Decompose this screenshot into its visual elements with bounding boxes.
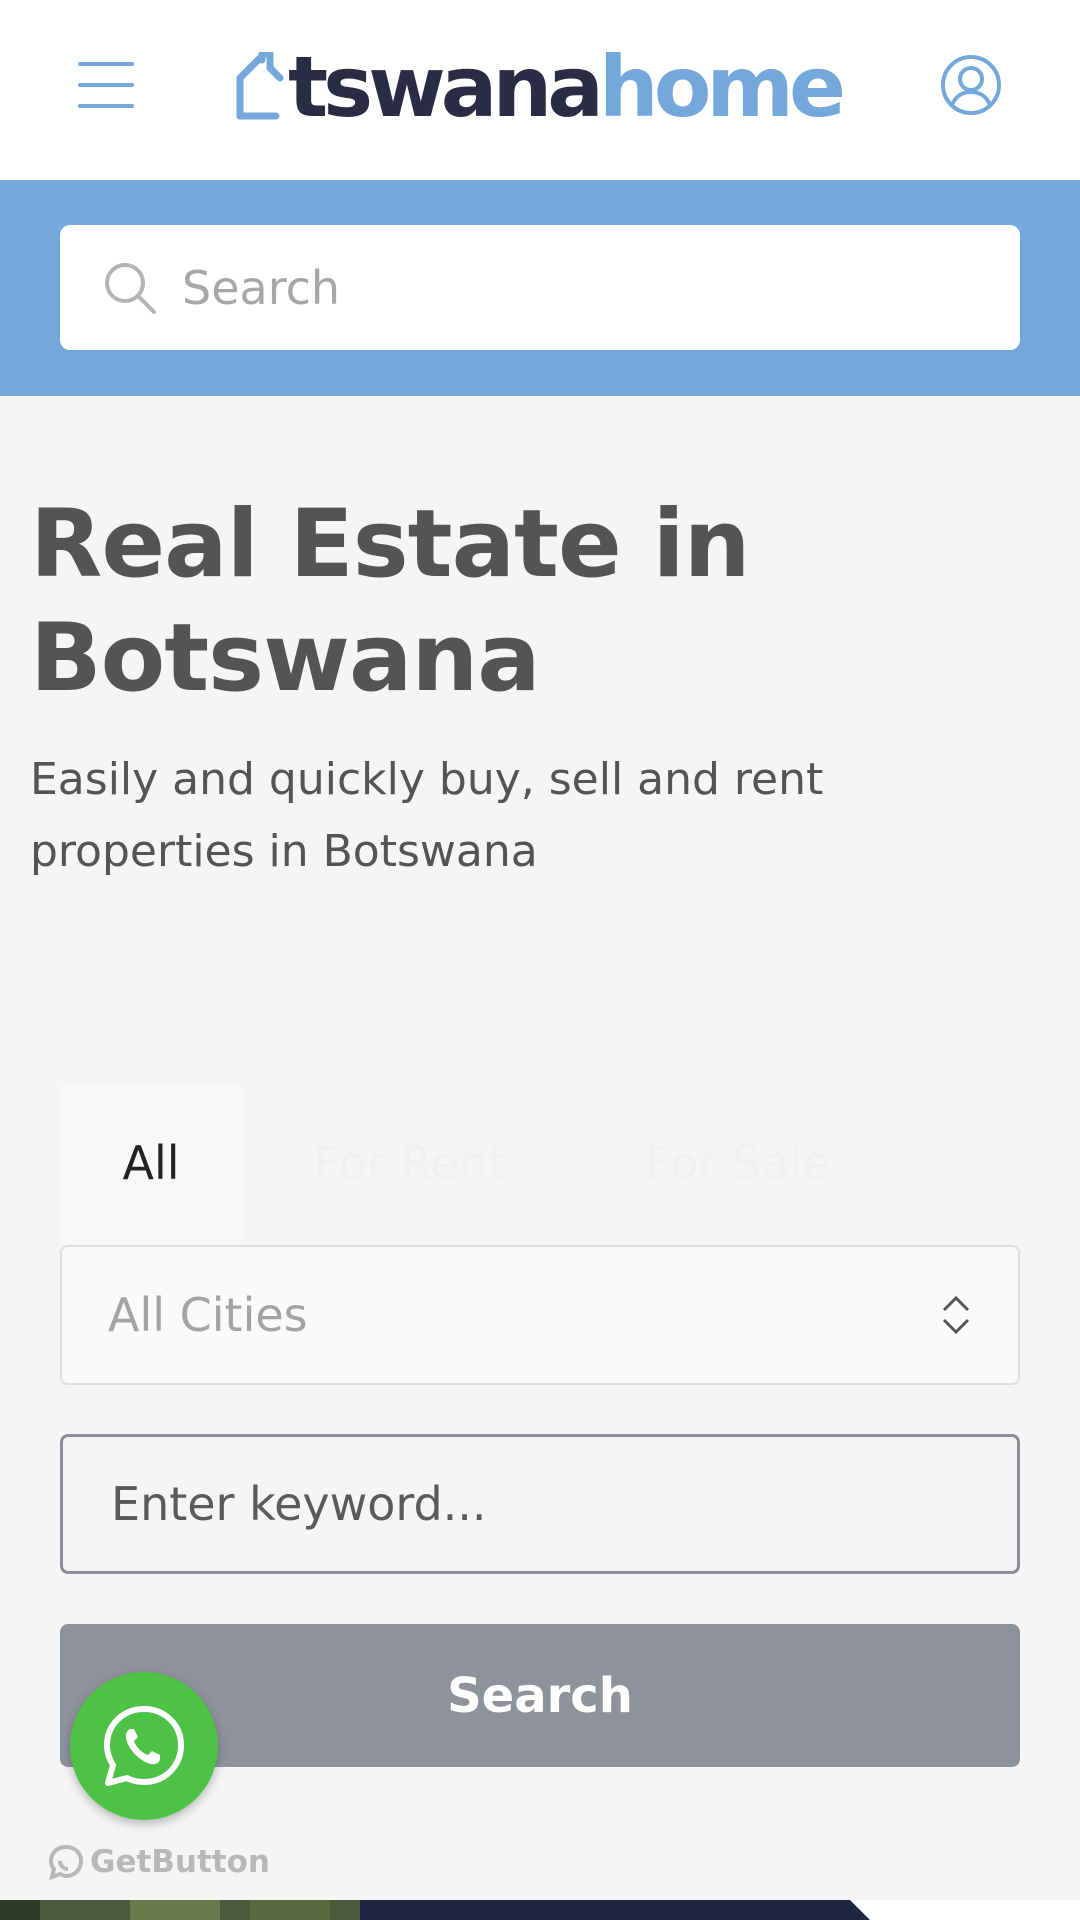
logo-text-tswana: tswana: [288, 38, 604, 136]
page-title: Real Estate in Botswana: [30, 490, 751, 713]
house-logo-icon: [236, 52, 284, 120]
site-logo[interactable]: tswana home: [232, 38, 846, 136]
search-box[interactable]: [60, 225, 1020, 350]
top-header: tswana home: [0, 0, 1080, 180]
keyword-field[interactable]: [60, 1434, 1020, 1574]
search-input[interactable]: [182, 260, 942, 315]
whatsapp-icon: [104, 1706, 184, 1786]
listing-type-tabs: All For Rent For Sale: [60, 1082, 898, 1244]
hero-photo-strip: [0, 1900, 1080, 1920]
tab-for-sale[interactable]: For Sale: [578, 1082, 898, 1244]
page: tswana home Real Estate in Botswana Easi…: [0, 0, 1080, 1920]
getbutton-icon: [48, 1844, 84, 1880]
logo-text-home: home: [598, 38, 846, 136]
hamburger-icon: [78, 62, 134, 66]
user-circle-icon: [941, 55, 1001, 115]
search-icon: [105, 262, 156, 314]
search-banner: [0, 180, 1080, 396]
hamburger-menu-button[interactable]: [78, 62, 134, 108]
whatsapp-button[interactable]: [70, 1672, 218, 1820]
chevron-up-down-icon: [942, 1295, 970, 1335]
tab-all[interactable]: All: [60, 1082, 242, 1244]
city-select-value: All Cities: [108, 1288, 308, 1342]
tab-for-rent[interactable]: For Rent: [242, 1082, 578, 1244]
getbutton-link[interactable]: GetButton: [48, 1842, 270, 1882]
user-account-button[interactable]: [940, 54, 1002, 116]
page-subtitle: Easily and quickly buy, sell and rent pr…: [30, 754, 824, 877]
keyword-input[interactable]: [111, 1477, 971, 1531]
city-select[interactable]: All Cities: [60, 1245, 1020, 1385]
getbutton-label: GetButton: [90, 1844, 270, 1880]
